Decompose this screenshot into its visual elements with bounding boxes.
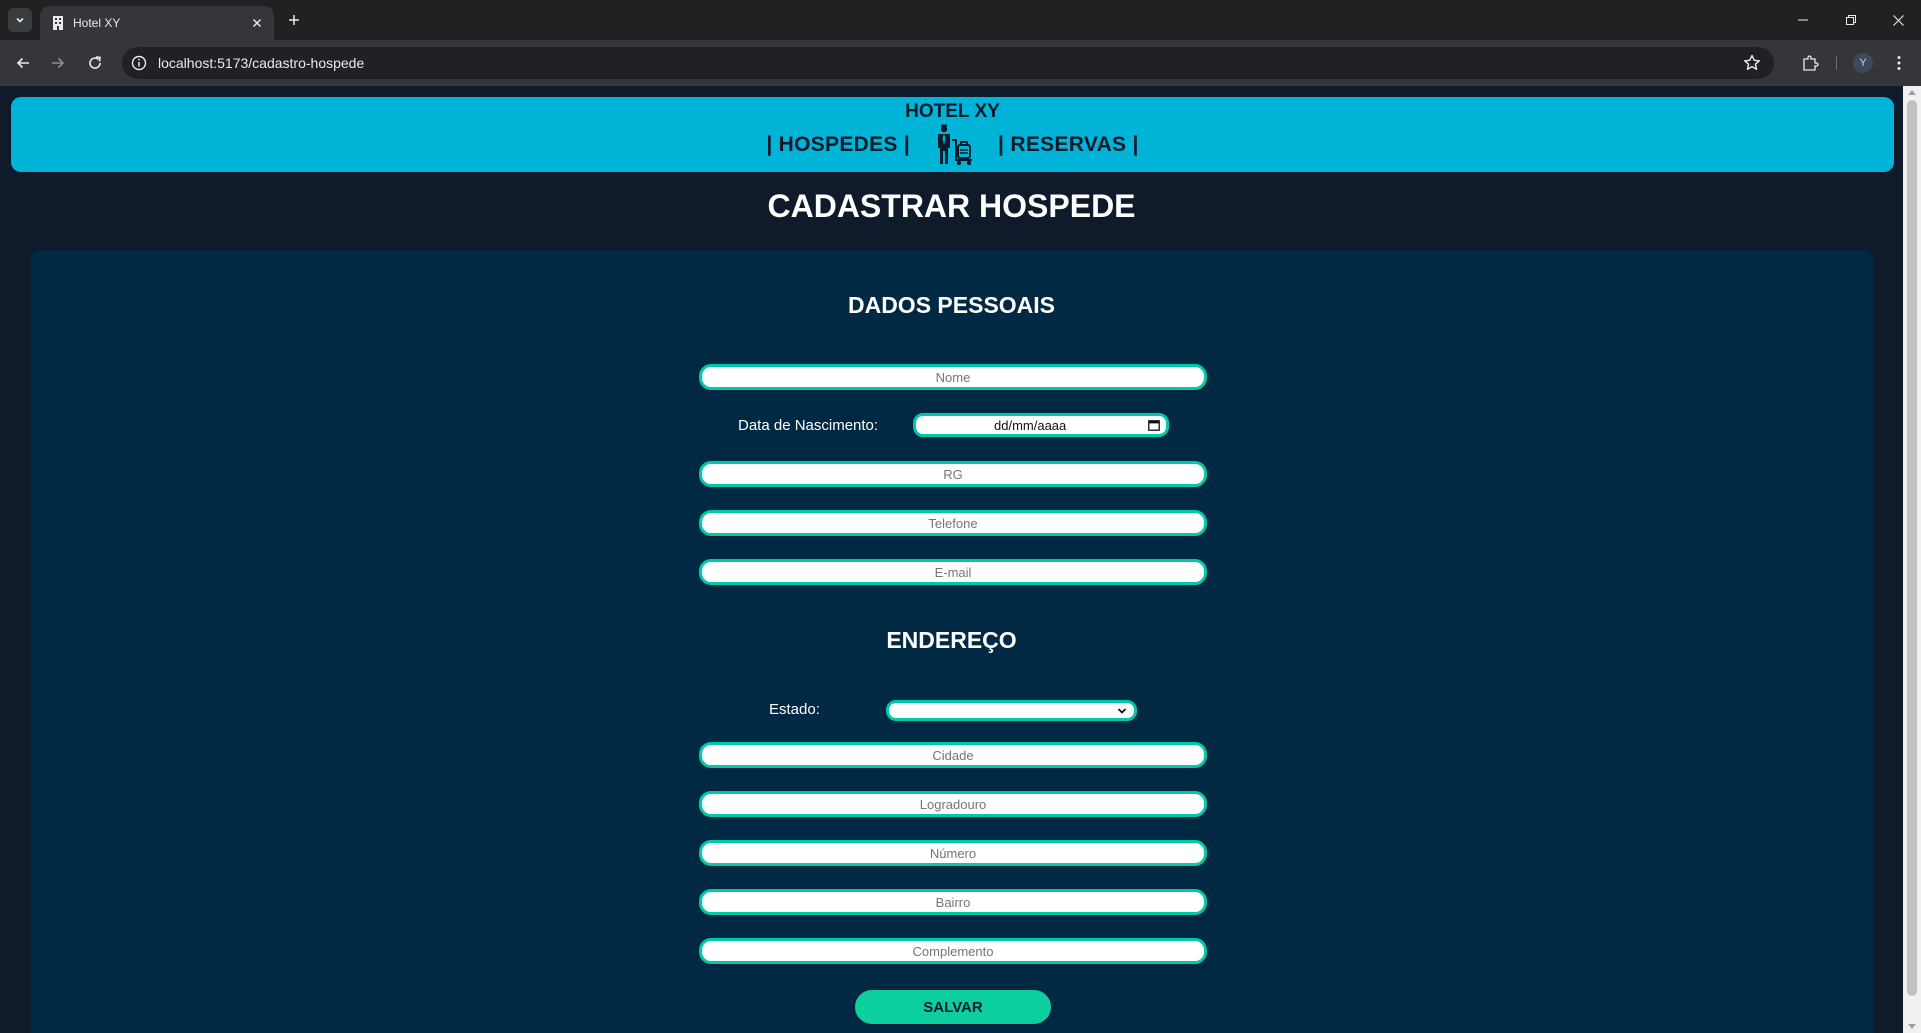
toolbar-divider: [1836, 56, 1837, 70]
logradouro-input[interactable]: [699, 791, 1207, 817]
browser-toolbar: localhost:5173/cadastro-hospede Y: [0, 40, 1921, 86]
plus-icon: [289, 15, 299, 25]
browser-tab-bar: Hotel XY: [0, 0, 1921, 40]
estado-label: Estado:: [769, 701, 820, 718]
arrow-left-icon: [16, 57, 29, 69]
main-nav: | HOSPEDES | | RESERVAS |: [11, 123, 1894, 167]
tab-title: Hotel XY: [73, 16, 121, 30]
new-tab-button[interactable]: [282, 8, 306, 32]
chevron-down-icon: [1117, 708, 1127, 714]
cidade-input[interactable]: [699, 742, 1207, 768]
avatar: Y: [1853, 53, 1873, 73]
reload-button[interactable]: [82, 50, 108, 76]
calendar-icon[interactable]: [1148, 419, 1160, 431]
bairro-input[interactable]: [699, 889, 1207, 915]
page-title: CADASTRAR HOSPEDE: [767, 188, 1136, 224]
chevron-down-icon: [16, 17, 24, 23]
scroll-down-arrow-icon[interactable]: [1908, 1024, 1916, 1029]
menu-button[interactable]: [1886, 50, 1912, 76]
rg-input[interactable]: [699, 461, 1207, 487]
tab-close-button[interactable]: [248, 14, 266, 32]
address-bar[interactable]: localhost:5173/cadastro-hospede: [122, 47, 1774, 79]
reload-icon: [89, 56, 101, 69]
minimize-button[interactable]: [1780, 4, 1826, 36]
complemento-input[interactable]: [699, 938, 1207, 964]
restore-icon: [1846, 15, 1856, 25]
estado-select[interactable]: [886, 700, 1137, 721]
section-title-personal: DADOS PESSOAIS: [847, 292, 1056, 318]
telefone-input[interactable]: [699, 510, 1207, 536]
birth-date-value: dd/mm/aaaa: [994, 418, 1067, 433]
save-button[interactable]: SALVAR: [853, 988, 1053, 1026]
window-close-button[interactable]: [1875, 4, 1921, 36]
more-vertical-icon: [1897, 56, 1901, 70]
browser-tab[interactable]: Hotel XY: [40, 6, 274, 40]
puzzle-icon: [1803, 55, 1819, 71]
nav-reservas-link[interactable]: | RESERVAS |: [998, 133, 1139, 157]
minimize-icon: [1798, 19, 1808, 21]
restore-button[interactable]: [1828, 4, 1874, 36]
site-info-icon[interactable]: [130, 54, 148, 72]
back-button[interactable]: [10, 50, 36, 76]
scroll-up-arrow-icon[interactable]: [1908, 90, 1916, 95]
close-icon: [1892, 14, 1904, 26]
url-text[interactable]: localhost:5173/cadastro-hospede: [158, 55, 364, 71]
profile-button[interactable]: Y: [1850, 50, 1876, 76]
page-viewport: HOTEL XY | HOSPEDES | | RESERVAS | CADAS…: [0, 86, 1903, 1033]
close-icon: [253, 19, 261, 27]
birth-date-input[interactable]: dd/mm/aaaa: [913, 413, 1169, 437]
page-scrollbar[interactable]: [1903, 86, 1921, 1033]
arrow-right-icon: [52, 57, 65, 69]
section-title-address: ENDEREÇO: [886, 627, 1017, 653]
birth-date-label: Data de Nascimento:: [738, 417, 879, 434]
brand-title: HOTEL XY: [905, 101, 1000, 122]
site-header: HOTEL XY | HOSPEDES | | RESERVAS |: [11, 97, 1894, 172]
bookmark-star-icon[interactable]: [1742, 53, 1762, 73]
email-input[interactable]: [699, 559, 1207, 585]
bellhop-luggage-icon: [938, 124, 973, 166]
forward-button[interactable]: [45, 50, 71, 76]
scroll-thumb[interactable]: [1907, 100, 1917, 996]
extensions-button[interactable]: [1797, 50, 1823, 76]
hotel-favicon-icon: [53, 16, 63, 30]
nome-input[interactable]: [699, 364, 1207, 390]
numero-input[interactable]: [699, 840, 1207, 866]
nav-hospedes-link[interactable]: | HOSPEDES |: [766, 133, 910, 157]
tab-search-button[interactable]: [8, 8, 32, 32]
